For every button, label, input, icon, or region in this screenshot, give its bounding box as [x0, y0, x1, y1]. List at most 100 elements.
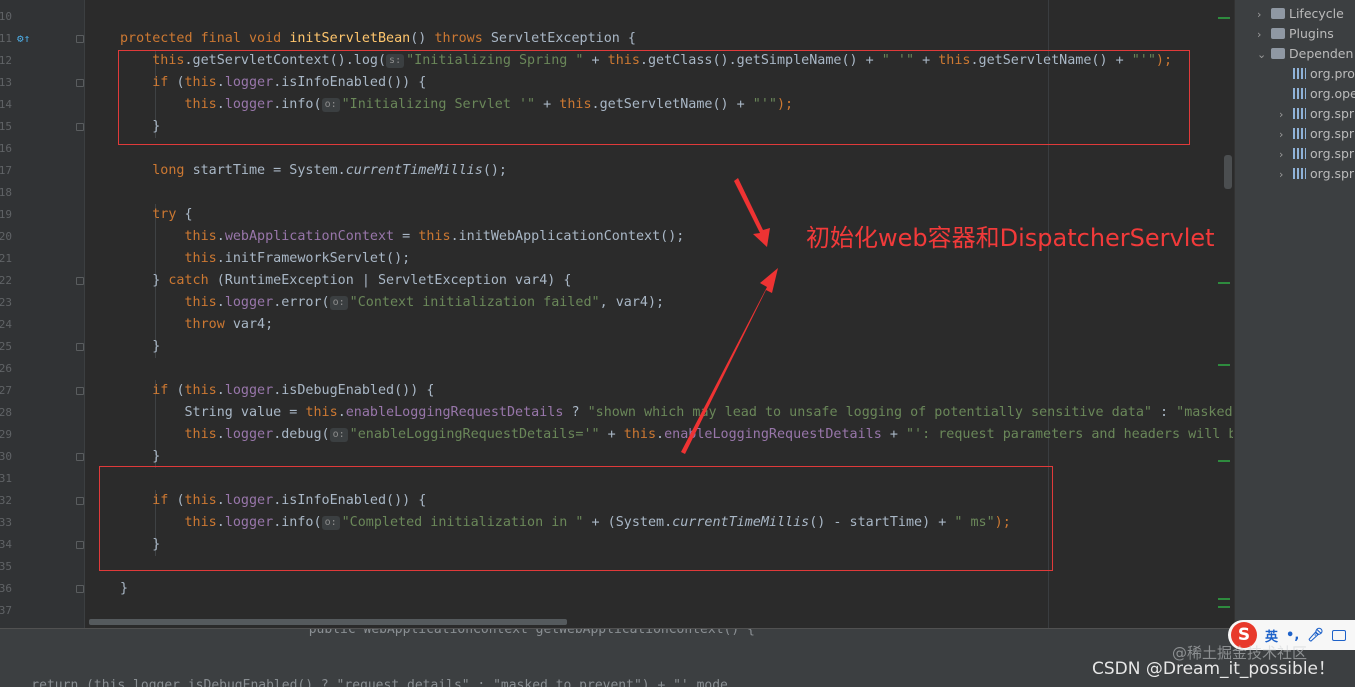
code-line[interactable]: }	[120, 446, 160, 468]
maven-tree-item[interactable]: › Lifecycle	[1257, 4, 1344, 24]
editor-horizontal-scrollbar[interactable]	[89, 619, 567, 625]
maven-tree-label: Lifecycle	[1289, 6, 1344, 21]
code-line[interactable]: this.initFrameworkServlet();	[120, 248, 411, 270]
code-token: logger	[224, 383, 274, 398]
fold-marker-icon[interactable]	[76, 585, 84, 593]
line-number: 21	[0, 252, 12, 265]
maven-tree-item[interactable]: › org.spr	[1279, 104, 1354, 124]
chevron-icon[interactable]: ⌄	[1257, 45, 1271, 65]
code-token: catch	[168, 273, 217, 288]
line-number: 14	[0, 98, 12, 111]
keyboard-icon[interactable]	[1331, 629, 1346, 641]
code-token: }	[120, 449, 161, 464]
code-line[interactable]: long startTime = System.currentTimeMilli…	[120, 160, 507, 182]
library-icon	[1293, 168, 1306, 179]
maven-tree-item[interactable]: › org.spr	[1279, 164, 1354, 184]
editor-scroll-thumb[interactable]	[1224, 155, 1232, 189]
line-number: 17	[0, 164, 12, 177]
code-token: .initWebApplicationContext();	[450, 229, 685, 244]
code-line[interactable]: String value = this.enableLoggingRequest…	[120, 402, 1232, 424]
line-number: 36	[0, 582, 12, 595]
line-number: 22	[0, 274, 12, 287]
code-token: .initFrameworkServlet();	[216, 251, 411, 266]
maven-tree-item[interactable]: › Plugins	[1257, 24, 1334, 44]
maven-tree-item[interactable]: org.pro	[1279, 64, 1355, 84]
maven-tree-label: org.spr	[1310, 166, 1355, 181]
maven-tree-item[interactable]: › org.spr	[1279, 124, 1354, 144]
csdn-watermark: CSDN @Dream_it_possible！	[1092, 659, 1336, 679]
fold-marker-icon[interactable]	[76, 35, 84, 43]
code-token: this	[623, 427, 657, 442]
code-token: try	[152, 207, 185, 222]
code-line[interactable]: } catch (RuntimeException | ServletExcep…	[120, 270, 571, 292]
code-line[interactable]: this.logger.error(o: "Context initializat…	[120, 292, 664, 314]
line-number: 23	[0, 296, 12, 309]
line-number: 28	[0, 406, 12, 419]
chevron-icon[interactable]: ›	[1257, 5, 1271, 25]
chevron-icon[interactable]: ›	[1279, 105, 1293, 125]
maven-tree-item[interactable]: org.ope	[1279, 84, 1355, 104]
line-number: 32	[0, 494, 12, 507]
error-stripe-mark	[1218, 606, 1230, 608]
fold-marker-icon[interactable]	[76, 123, 84, 131]
fold-marker-icon[interactable]	[76, 79, 84, 87]
chevron-icon[interactable]: ›	[1279, 145, 1293, 165]
code-line[interactable]: }	[120, 336, 160, 358]
chevron-icon[interactable]: ›	[1279, 165, 1293, 185]
fold-marker-icon[interactable]	[76, 497, 84, 505]
code-token: "': request parameters and headers will …	[905, 427, 1233, 442]
maven-tool-panel: › Lifecycle › Plugins ⌄ Dependen org.pro org.op…	[1234, 0, 1355, 628]
error-stripe-mark	[1218, 364, 1230, 366]
code-token: "enableLoggingRequestDetails='"	[349, 427, 600, 442]
code-token: logger	[224, 295, 274, 310]
library-icon	[1293, 88, 1306, 99]
code-line[interactable]: this.logger.debug(o: "enableLoggingReques…	[120, 424, 1233, 446]
line-number: 34	[0, 538, 12, 551]
folder-icon	[1271, 28, 1285, 39]
code-token: webApplicationContext	[224, 229, 395, 244]
code-line[interactable]: if (this.logger.isDebugEnabled()) {	[120, 380, 434, 402]
error-stripe-mark	[1218, 17, 1230, 19]
ime-punctuation-toggle[interactable]: •,	[1286, 628, 1299, 643]
chevron-icon[interactable]: ›	[1279, 125, 1293, 145]
maven-tree-item[interactable]: › org.spr	[1279, 144, 1354, 164]
maven-tree-item[interactable]: ⌄ Dependen	[1257, 44, 1353, 64]
folder-icon	[1271, 48, 1285, 59]
code-token: .	[216, 383, 225, 398]
folder-icon	[1271, 8, 1285, 19]
fold-marker-icon[interactable]	[76, 277, 84, 285]
code-token: ()	[410, 31, 435, 46]
chevron-icon[interactable]: ›	[1257, 25, 1271, 45]
code-token: enableLoggingRequestDetails	[345, 405, 564, 420]
line-number: 25	[0, 340, 12, 353]
code-line[interactable]: }	[120, 578, 128, 600]
line-number: 15	[0, 120, 12, 133]
code-token: protected final void	[120, 31, 290, 46]
code-token: .	[216, 427, 225, 442]
code-token: {	[184, 207, 193, 222]
code-token: .isDebugEnabled()) {	[273, 383, 435, 398]
code-token: +	[881, 427, 906, 442]
code-line[interactable]: try {	[120, 204, 193, 226]
code-token: startTime = System.	[192, 163, 346, 178]
fold-marker-icon[interactable]	[76, 541, 84, 549]
code-token: this	[184, 295, 217, 310]
code-token: .	[656, 427, 665, 442]
code-line[interactable]: throw var4;	[120, 314, 274, 336]
fold-marker-icon[interactable]	[76, 453, 84, 461]
code-token: }	[120, 339, 161, 354]
line-number: 31	[0, 472, 12, 485]
code-line[interactable]: protected final void initServletBean() t…	[120, 28, 636, 50]
error-stripe-mark	[1218, 460, 1230, 462]
annotation-text: 初始化web容器和DispatcherServlet	[806, 224, 1215, 252]
fold-marker-icon[interactable]	[76, 387, 84, 395]
code-line[interactable]: this.webApplicationContext = this.initWe…	[120, 226, 685, 248]
microphone-icon[interactable]: 🎤︎	[1307, 628, 1324, 643]
line-number: 18	[0, 186, 12, 199]
code-token: +	[599, 427, 624, 442]
fold-marker-icon[interactable]	[76, 343, 84, 351]
override-marker-icon[interactable]: ⚙↑	[17, 32, 30, 45]
